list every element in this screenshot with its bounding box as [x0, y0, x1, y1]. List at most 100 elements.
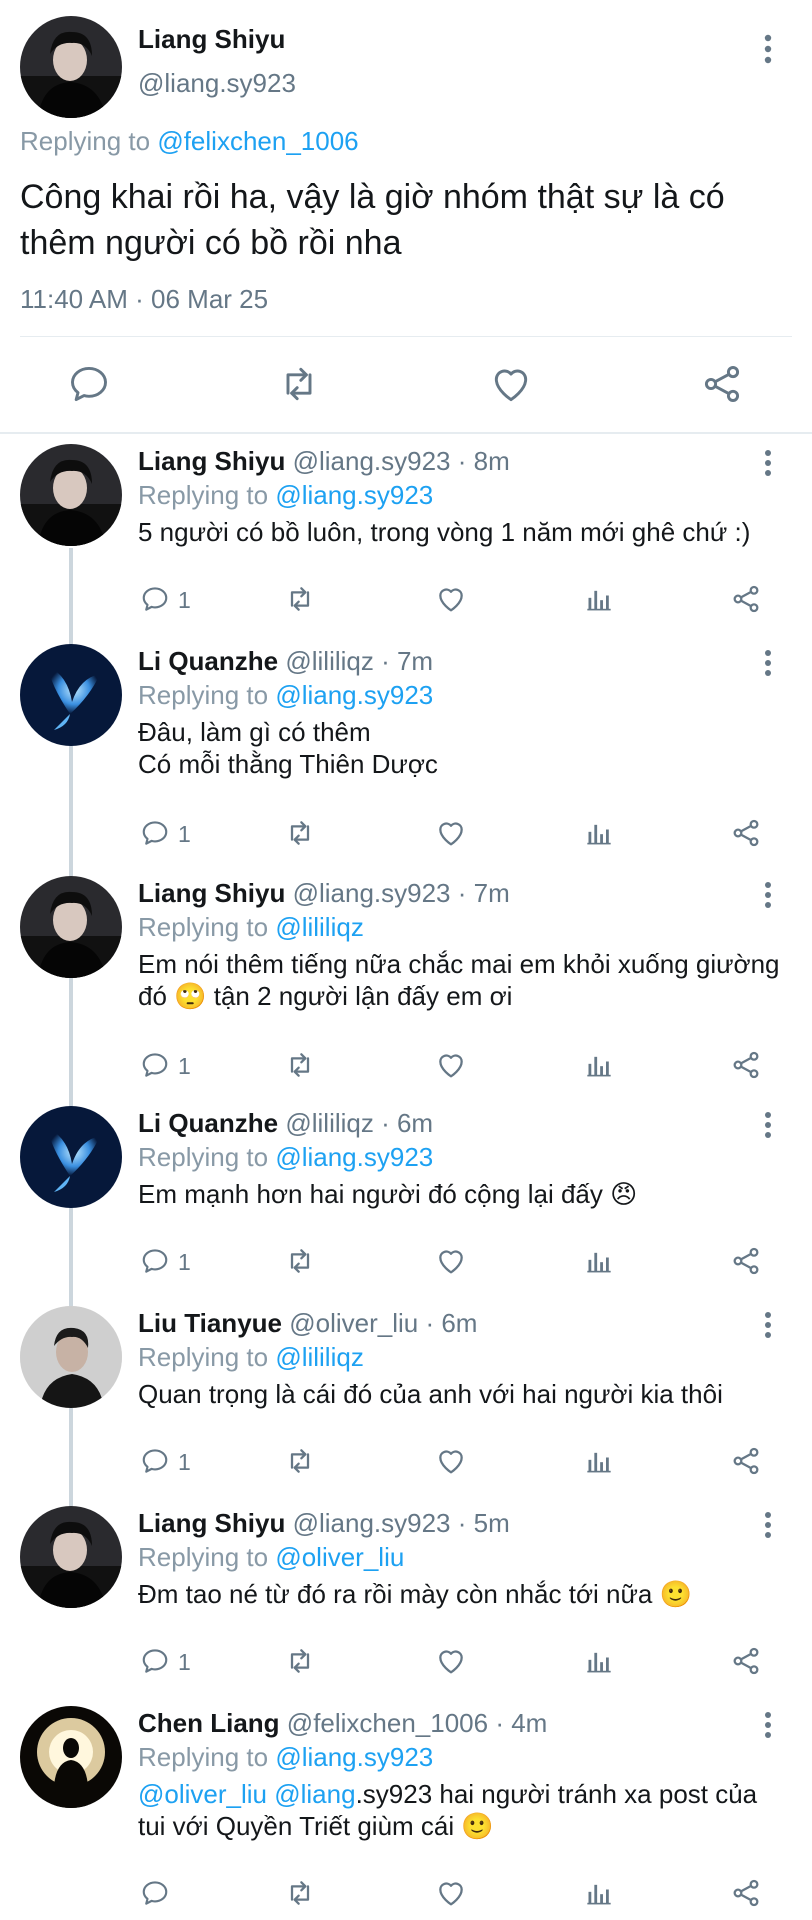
- reply-icon[interactable]: [140, 1646, 170, 1678]
- reply-icon[interactable]: [140, 1446, 170, 1478]
- like-icon[interactable]: [435, 1877, 467, 1909]
- reply-header: Li Quanzhe @lililiqz · 6m: [138, 1108, 433, 1139]
- reply-text: Em nói thêm tiếng nữa chắc mai em khỏi x…: [138, 949, 780, 1011]
- author-name[interactable]: Li Quanzhe: [138, 646, 278, 676]
- stats-icon[interactable]: [585, 1247, 613, 1279]
- avatar[interactable]: [20, 1706, 122, 1808]
- share-icon[interactable]: [730, 1245, 762, 1277]
- like-icon[interactable]: [435, 1445, 467, 1477]
- reply-header: Li Quanzhe @lililiqz · 7m: [138, 646, 433, 677]
- share-icon[interactable]: [730, 1445, 762, 1477]
- author-handle[interactable]: @liang.sy923: [138, 68, 296, 99]
- retweet-icon[interactable]: [277, 362, 321, 406]
- author-handle-time[interactable]: @liang.sy923 · 7m: [293, 878, 510, 908]
- more-options-icon[interactable]: [760, 1110, 776, 1140]
- like-icon[interactable]: [489, 362, 533, 406]
- retweet-icon[interactable]: [284, 1049, 316, 1081]
- avatar[interactable]: [20, 876, 122, 978]
- replying-to: Replying to @liang.sy923: [138, 1742, 433, 1773]
- replying-prefix: Replying to: [20, 126, 151, 156]
- more-options-icon[interactable]: [760, 648, 776, 678]
- like-icon[interactable]: [435, 1245, 467, 1277]
- reply-tweet[interactable]: Liu Tianyue @oliver_liu · 6m Replying to…: [0, 1296, 812, 1496]
- more-options-icon[interactable]: [760, 448, 776, 478]
- author-handle-time[interactable]: @lililiqz · 7m: [285, 646, 433, 676]
- share-icon[interactable]: [730, 1645, 762, 1677]
- share-icon[interactable]: [730, 817, 762, 849]
- replying-to-link[interactable]: @liang.sy923: [275, 680, 433, 710]
- avatar[interactable]: [20, 1306, 122, 1408]
- reply-icon[interactable]: [140, 1246, 170, 1278]
- replying-to-link[interactable]: @lililiqz: [275, 1342, 364, 1372]
- author-name[interactable]: Liang Shiyu: [138, 24, 285, 55]
- mention-link[interactable]: @oliver_liu: [138, 1779, 267, 1809]
- like-icon[interactable]: [435, 583, 467, 615]
- reply-icon[interactable]: [67, 362, 111, 406]
- replying-to-link[interactable]: @lililiqz: [275, 912, 364, 942]
- reply-tweet[interactable]: Liang Shiyu @liang.sy923 · 7m Replying t…: [0, 866, 812, 1079]
- retweet-icon[interactable]: [284, 1645, 316, 1677]
- stats-icon[interactable]: [585, 1051, 613, 1083]
- reply-tweet[interactable]: Liang Shiyu @liang.sy923 · 8m Replying t…: [0, 434, 812, 634]
- retweet-icon[interactable]: [284, 817, 316, 849]
- author-handle-time[interactable]: @oliver_liu · 6m: [289, 1308, 477, 1338]
- stats-icon[interactable]: [585, 819, 613, 851]
- reply-tweet[interactable]: Liang Shiyu @liang.sy923 · 5m Replying t…: [0, 1496, 812, 1696]
- reply-text: 5 người có bồ luôn, trong vòng 1 năm mới…: [138, 517, 751, 547]
- reply-tweet[interactable]: Li Quanzhe @lililiqz · 7m Replying to @l…: [0, 634, 812, 847]
- stats-icon[interactable]: [585, 1447, 613, 1479]
- avatar[interactable]: [20, 444, 122, 546]
- like-icon[interactable]: [435, 817, 467, 849]
- stats-icon[interactable]: [585, 1879, 613, 1911]
- reply-icon[interactable]: [140, 1878, 170, 1910]
- share-icon[interactable]: [730, 1049, 762, 1081]
- reply-text: Quan trọng là cái đó của anh với hai ngư…: [138, 1379, 723, 1409]
- replying-prefix: Replying to: [138, 1742, 269, 1772]
- share-icon[interactable]: [700, 362, 744, 406]
- author-handle-time[interactable]: @liang.sy923 · 8m: [293, 446, 510, 476]
- replying-to-link[interactable]: @liang.sy923: [275, 1742, 433, 1772]
- like-icon[interactable]: [435, 1645, 467, 1677]
- more-options-icon[interactable]: [760, 1710, 776, 1740]
- retweet-icon[interactable]: [284, 1245, 316, 1277]
- reply-header: Liang Shiyu @liang.sy923 · 7m: [138, 878, 510, 909]
- reply-icon[interactable]: [140, 1050, 170, 1082]
- stats-icon[interactable]: [585, 585, 613, 617]
- replying-to-link[interactable]: @felixchen_1006: [157, 126, 358, 156]
- author-handle-time[interactable]: @lililiqz · 6m: [285, 1108, 433, 1138]
- mention-link[interactable]: @liang: [274, 1779, 355, 1809]
- more-options-icon[interactable]: [760, 1310, 776, 1340]
- more-options-icon[interactable]: [760, 1510, 776, 1540]
- replying-to-link[interactable]: @liang.sy923: [275, 480, 433, 510]
- avatar[interactable]: [20, 1106, 122, 1208]
- reply-count: 1: [178, 1053, 191, 1079]
- share-icon[interactable]: [730, 583, 762, 615]
- avatar[interactable]: [20, 16, 122, 118]
- author-handle-time[interactable]: @liang.sy923 · 5m: [293, 1508, 510, 1538]
- more-options-icon[interactable]: [760, 880, 776, 910]
- replying-to-link[interactable]: @oliver_liu: [275, 1542, 404, 1572]
- retweet-icon[interactable]: [284, 1445, 316, 1477]
- author-handle-time[interactable]: @felixchen_1006 · 4m: [287, 1708, 548, 1738]
- avatar[interactable]: [20, 1506, 122, 1608]
- author-name[interactable]: Chen Liang: [138, 1708, 280, 1738]
- author-name[interactable]: Liu Tianyue: [138, 1308, 282, 1338]
- author-name[interactable]: Liang Shiyu: [138, 1508, 285, 1538]
- retweet-icon[interactable]: [284, 1877, 316, 1909]
- reply-tweet[interactable]: Li Quanzhe @lililiqz · 6m Replying to @l…: [0, 1096, 812, 1296]
- reply-icon[interactable]: [140, 584, 170, 616]
- share-icon[interactable]: [730, 1877, 762, 1909]
- more-options-icon[interactable]: [760, 32, 776, 66]
- author-name[interactable]: Liang Shiyu: [138, 878, 285, 908]
- stats-icon[interactable]: [585, 1647, 613, 1679]
- avatar[interactable]: [20, 644, 122, 746]
- author-name[interactable]: Liang Shiyu: [138, 446, 285, 476]
- reply-icon[interactable]: [140, 818, 170, 850]
- reply-header: Liang Shiyu @liang.sy923 · 8m: [138, 446, 510, 477]
- replying-to-link[interactable]: @liang.sy923: [275, 1142, 433, 1172]
- replying-to: Replying to @lililiqz: [138, 1342, 364, 1373]
- author-name[interactable]: Li Quanzhe: [138, 1108, 278, 1138]
- reply-tweet[interactable]: Chen Liang @felixchen_1006 · 4m Replying…: [0, 1696, 812, 1907]
- like-icon[interactable]: [435, 1049, 467, 1081]
- retweet-icon[interactable]: [284, 583, 316, 615]
